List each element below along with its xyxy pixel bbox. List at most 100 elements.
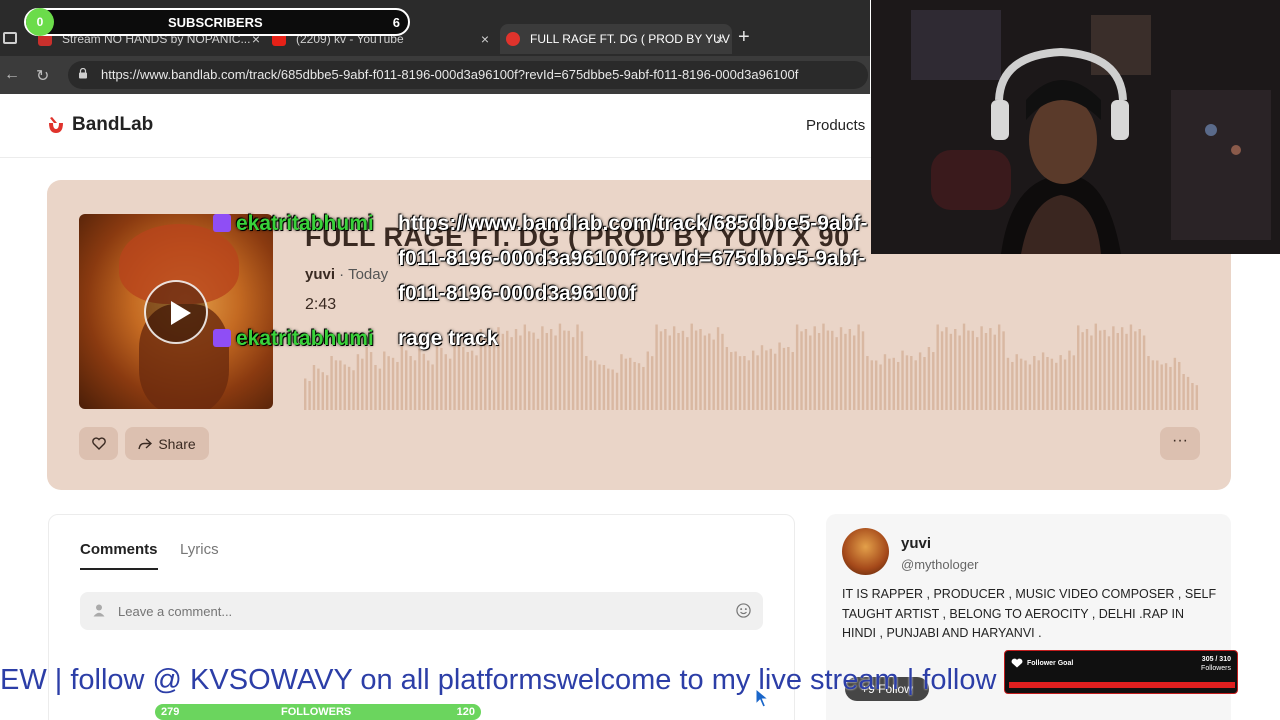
waveform-bar: [743, 356, 746, 410]
waveform-bar: [1186, 376, 1190, 410]
waveform-bar: [839, 327, 843, 410]
waveform-bar: [1138, 329, 1141, 410]
waveform-bar: [747, 360, 751, 410]
comment-input[interactable]: [80, 592, 763, 630]
webcam-overlay: [871, 0, 1280, 254]
waveform-bar: [901, 350, 904, 410]
waveform-bar: [374, 365, 377, 410]
waveform-bar: [409, 356, 412, 410]
tab-bandlab[interactable]: FULL RAGE FT. DG ( PROD BY YUV ×: [500, 24, 732, 54]
waveform-bar: [668, 335, 671, 410]
waveform-bar: [571, 337, 575, 410]
waveform-bar: [1041, 352, 1045, 410]
more-options-button[interactable]: ···: [1160, 427, 1200, 460]
waveform-bar: [655, 324, 658, 410]
waveform-bar: [997, 324, 1001, 410]
waveform-bar: [1063, 359, 1067, 410]
waveform-bar: [549, 329, 553, 410]
waveform-bar: [563, 330, 566, 410]
like-button[interactable]: [79, 427, 118, 460]
waveform-bar: [984, 333, 988, 410]
waveform-bar: [677, 333, 680, 410]
waveform-bar: [1006, 357, 1010, 410]
waveform-bar: [545, 333, 548, 410]
waveform-bar: [369, 352, 373, 410]
play-button[interactable]: [144, 280, 208, 344]
waveform-bar: [365, 347, 368, 410]
waveform-bar: [387, 356, 390, 410]
waveform-bar: [585, 356, 588, 410]
followers-target: 120: [456, 706, 475, 718]
reload-icon[interactable]: ↻: [36, 66, 49, 86]
waveform-bar: [1019, 358, 1023, 410]
waveform-bar: [347, 366, 351, 410]
waveform-bar: [765, 350, 768, 410]
waveform-bar: [611, 369, 614, 410]
waveform-bar: [817, 333, 821, 410]
waveform-bar: [1094, 323, 1098, 410]
waveform-bar: [1011, 361, 1014, 410]
track-artist[interactable]: yuvi: [305, 266, 335, 283]
waveform-bar: [633, 361, 636, 410]
waveform-bar: [325, 375, 329, 410]
tab-label: FULL RAGE FT. DG ( PROD BY YUV: [530, 32, 730, 46]
share-button[interactable]: Share: [125, 427, 209, 460]
waveform-bar: [730, 352, 733, 410]
waveform-bar: [773, 353, 777, 410]
waveform-bar: [352, 370, 355, 410]
new-tab-icon[interactable]: +: [738, 26, 750, 49]
waveform-bar: [664, 329, 667, 410]
waveform-bar: [1050, 358, 1054, 410]
waveform-bar: [1191, 383, 1194, 410]
nav-products[interactable]: Products: [806, 117, 865, 134]
chat-username: ekatritabhumi: [236, 327, 374, 350]
chat-message-line: f011-8196-000d3a96100f: [398, 282, 637, 305]
waveform-bar: [712, 339, 715, 410]
waveform-bar: [962, 323, 966, 410]
follower-goal-unit: Followers: [1201, 665, 1231, 672]
tab-lyrics[interactable]: Lyrics: [180, 541, 219, 558]
waveform-bar: [304, 378, 307, 410]
waveform-bar: [1134, 331, 1137, 410]
subscriber-goal-bar: 0 SUBSCRIBERS 6: [24, 8, 410, 36]
waveform-bar: [976, 337, 979, 410]
emoji-icon[interactable]: [736, 603, 751, 618]
chat-message-line: https://www.bandlab.com/track/685dbbe5-9…: [398, 212, 868, 235]
bandlab-logo[interactable]: BandLab: [46, 114, 153, 136]
waveform-bar: [308, 381, 311, 410]
waveform-bar: [686, 337, 689, 410]
close-icon[interactable]: ×: [716, 31, 724, 47]
waveform-bar: [769, 348, 772, 410]
waveform-bar: [672, 326, 676, 410]
waveform-bar: [642, 366, 645, 410]
waveform-bar: [853, 335, 856, 410]
waveform-bar: [624, 358, 628, 410]
waveform-bar: [791, 352, 794, 410]
close-icon[interactable]: ×: [481, 31, 489, 47]
waveform-bar: [716, 327, 720, 410]
tab-comments[interactable]: Comments: [80, 541, 158, 570]
profile-name[interactable]: yuvi: [901, 535, 931, 552]
waveform-bar: [1160, 364, 1163, 410]
waveform-bar: [1182, 374, 1185, 410]
heart-icon: [1011, 658, 1023, 668]
waveform-bar: [993, 334, 996, 410]
waveform-bar: [1046, 357, 1049, 410]
profile-handle: @mythologer: [901, 557, 979, 572]
lock-icon: [79, 68, 87, 79]
waveform-bar: [940, 331, 944, 410]
waveform-bar: [431, 364, 434, 410]
url-field[interactable]: https://www.bandlab.com/track/685dbbe5-9…: [68, 61, 868, 89]
waveform-bar: [1055, 362, 1058, 410]
waveform-bar: [1103, 329, 1106, 410]
waveform-bar: [1002, 331, 1005, 410]
waveform-bar: [967, 330, 970, 410]
waveform-bar: [602, 365, 606, 410]
back-icon[interactable]: ←: [4, 66, 20, 84]
follower-goal-progress: [1009, 682, 1235, 688]
waveform-bar: [334, 360, 338, 410]
waveform-bar: [1015, 354, 1018, 410]
chat-message-line: rage track: [398, 327, 499, 350]
window-menu-icon[interactable]: [3, 32, 17, 44]
avatar[interactable]: [842, 528, 889, 575]
